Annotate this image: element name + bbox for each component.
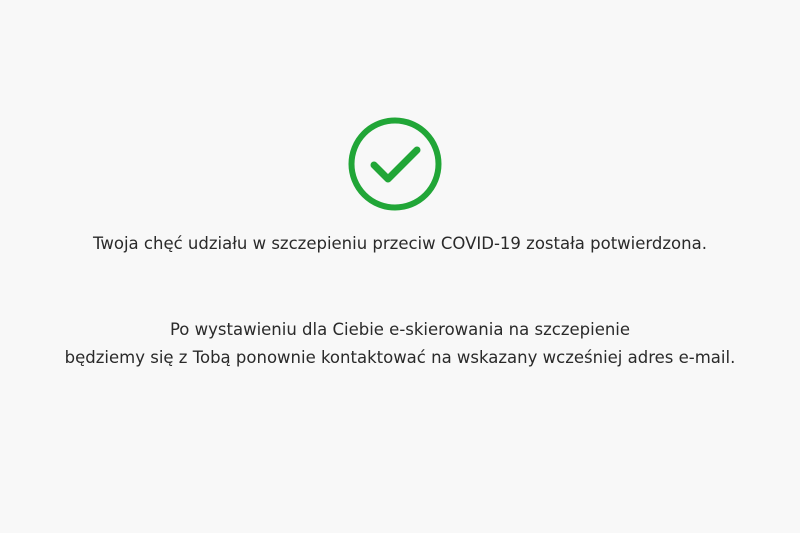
info-line-2: będziemy się z Tobą ponownie kontaktować… <box>64 348 736 367</box>
confirmation-headline: Twoja chęć udziału w szczepieniu przeciw… <box>93 234 707 253</box>
confirmation-panel: Twoja chęć udziału w szczepieniu przeciw… <box>0 0 800 533</box>
check-circle-icon <box>348 117 442 211</box>
confirmation-info: Po wystawieniu dla Ciebie e-skierowania … <box>0 316 800 372</box>
info-line-1: Po wystawieniu dla Ciebie e-skierowania … <box>169 320 631 339</box>
